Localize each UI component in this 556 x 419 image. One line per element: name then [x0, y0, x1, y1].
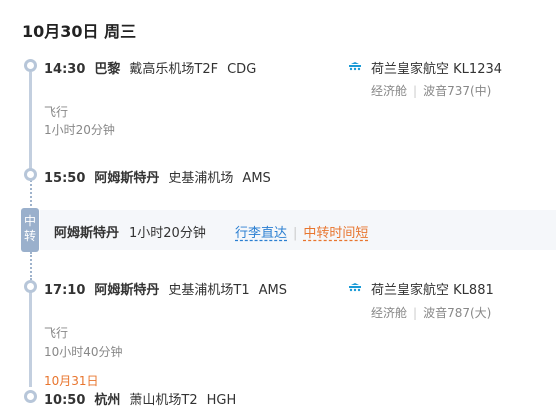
fly-label: 飞行 [44, 105, 69, 119]
departure-city: 巴黎 [94, 62, 121, 77]
departure-code: AMS [258, 283, 287, 298]
timeline-dotted-line [30, 252, 32, 280]
segment1-departure: 14:30 巴黎 戴高乐机场T2F CDG [44, 58, 256, 77]
arrival-airport: 萧山机场T2 [129, 393, 198, 408]
transfer-badge-label: 中转 [24, 214, 37, 243]
baggage-direct-link[interactable]: 行李直达 [235, 226, 287, 241]
segment2-airline: 荷兰皇家航空 KL881 [371, 279, 494, 298]
flight-number: KL1234 [453, 62, 503, 77]
departure-time: 17:10 [44, 283, 86, 298]
timeline-dot [24, 280, 37, 293]
fly-duration: 10小时40分钟 [44, 345, 123, 359]
arrival-time: 10:50 [44, 393, 86, 408]
transfer-links: 行李直达 | 中转时间短 [235, 222, 368, 241]
departure-code: CDG [227, 62, 257, 77]
arrival-date-badge: 10月31日 [44, 374, 99, 388]
arrival-time: 15:50 [44, 171, 86, 186]
aircraft-type: 波音737(中) [423, 84, 492, 98]
cabin-class: 经济舱 [371, 84, 408, 98]
timeline-line [29, 292, 32, 387]
arrival-code: AMS [242, 171, 271, 186]
timeline-line [29, 72, 32, 170]
arrival-city: 杭州 [94, 393, 121, 408]
fly-duration: 1小时20分钟 [44, 123, 115, 137]
divider: | [413, 84, 418, 98]
segment2-cabin-info: 经济舱 | 波音787(大) [371, 304, 491, 321]
page-title: 10月30日 周三 [22, 22, 137, 41]
cabin-class: 经济舱 [371, 306, 408, 320]
short-transfer-link[interactable]: 中转时间短 [303, 226, 368, 241]
transfer-info: 阿姆斯特丹 1小时20分钟 [54, 222, 206, 241]
departure-airport: 史基浦机场T1 [168, 283, 250, 298]
segment1-cabin-info: 经济舱 | 波音737(中) [371, 82, 491, 99]
departure-city: 阿姆斯特丹 [94, 283, 160, 298]
airline-name: 荷兰皇家航空 [371, 62, 450, 77]
segment1-airline: 荷兰皇家航空 KL1234 [371, 58, 502, 77]
timeline-dot [24, 59, 37, 72]
segment1-arrival: 15:50 阿姆斯特丹 史基浦机场 AMS [44, 167, 271, 186]
transfer-badge: 中转 [21, 208, 39, 252]
klm-logo-icon [349, 62, 361, 71]
transfer-city: 阿姆斯特丹 [54, 226, 120, 241]
transfer-duration: 1小时20分钟 [129, 226, 206, 241]
segment2-departure: 17:10 阿姆斯特丹 史基浦机场T1 AMS [44, 279, 287, 298]
arrival-code: HGH [206, 393, 237, 408]
departure-airport: 戴高乐机场T2F [129, 62, 219, 77]
airline-name: 荷兰皇家航空 [371, 283, 450, 298]
arrival-airport: 史基浦机场 [168, 171, 234, 186]
departure-time: 14:30 [44, 62, 86, 77]
timeline-dotted-line [30, 180, 32, 210]
fly-label: 飞行 [44, 326, 69, 340]
arrival-city: 阿姆斯特丹 [94, 171, 160, 186]
klm-logo-icon [349, 283, 361, 292]
divider: | [293, 226, 298, 241]
timeline-dot [24, 168, 37, 181]
flight-number: KL881 [453, 283, 494, 298]
divider: | [413, 306, 418, 320]
segment2-arrival: 10:50 杭州 萧山机场T2 HGH [44, 389, 236, 408]
aircraft-type: 波音787(大) [423, 306, 492, 320]
timeline-dot [24, 390, 37, 403]
